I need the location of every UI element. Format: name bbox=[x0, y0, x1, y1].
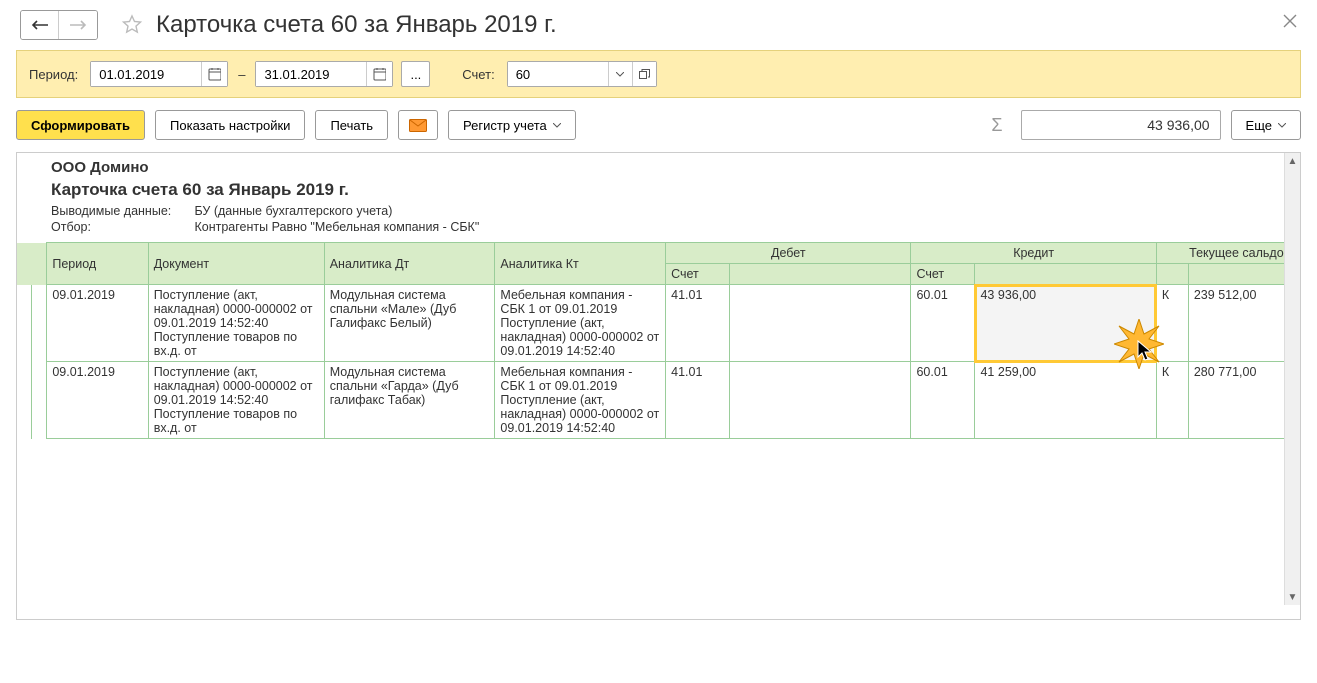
period-dash: – bbox=[236, 67, 247, 82]
filter-label: Отбор: bbox=[51, 220, 191, 234]
cell-document: Поступление (акт, накладная) 0000-000002… bbox=[148, 362, 324, 439]
col-document: Документ bbox=[148, 243, 324, 285]
nav-buttons bbox=[20, 10, 98, 40]
org-name: ООО Домино bbox=[51, 159, 1300, 176]
account-input[interactable] bbox=[508, 62, 608, 86]
col-debit: Дебет bbox=[666, 243, 911, 264]
sum-display: 43 936,00 bbox=[1021, 110, 1221, 140]
cell-analytics-kt: Мебельная компания - СБК 1 от 09.01.2019… bbox=[495, 362, 666, 439]
cell-debit-sum bbox=[730, 362, 911, 439]
cell-analytics-dt: Модульная система спальни «Мале» (Дуб Га… bbox=[324, 285, 495, 362]
star-icon bbox=[121, 14, 143, 36]
col-debit-account: Счет bbox=[666, 264, 730, 285]
favorite-star[interactable] bbox=[118, 11, 146, 39]
report-title: Карточка счета 60 за Январь 2019 г. bbox=[51, 180, 1300, 200]
account-dropdown-button[interactable] bbox=[608, 62, 632, 86]
account-label: Счет: bbox=[462, 67, 494, 82]
period-bar: Период: – ... Счет: bbox=[16, 50, 1301, 98]
cell-debit-sum bbox=[730, 285, 911, 362]
cell-balance-dc: К bbox=[1156, 362, 1188, 439]
cell-credit-acct: 60.01 bbox=[911, 362, 975, 439]
col-analytics-dt: Аналитика Дт bbox=[324, 243, 495, 285]
scroll-down-icon[interactable]: ▼ bbox=[1285, 589, 1300, 605]
cell-period: 09.01.2019 bbox=[47, 362, 148, 439]
data-label: Выводимые данные: bbox=[51, 204, 191, 218]
col-credit: Кредит bbox=[911, 243, 1156, 264]
email-icon bbox=[409, 119, 427, 132]
chevron-down-icon bbox=[1278, 123, 1286, 128]
table-row[interactable]: 09.01.2019Поступление (акт, накладная) 0… bbox=[17, 285, 1300, 362]
col-credit-account: Счет bbox=[911, 264, 975, 285]
arrow-right-icon bbox=[69, 19, 87, 31]
vertical-scrollbar[interactable]: ▲ ▼ bbox=[1284, 153, 1300, 605]
period-from-input[interactable] bbox=[91, 62, 201, 86]
data-value: БУ (данные бухгалтерского учета) bbox=[194, 204, 392, 218]
cell-debit-acct: 41.01 bbox=[666, 285, 730, 362]
sigma-icon: Σ bbox=[983, 115, 1010, 136]
email-button[interactable] bbox=[398, 110, 438, 140]
report-table: Период Документ Аналитика Дт Аналитика К… bbox=[17, 242, 1300, 439]
more-button[interactable]: Еще bbox=[1231, 110, 1301, 140]
cell-analytics-kt: Мебельная компания - СБК 1 от 09.01.2019… bbox=[495, 285, 666, 362]
period-to-wrapper bbox=[255, 61, 393, 87]
cursor-icon bbox=[1136, 339, 1156, 363]
toolbar: Сформировать Показать настройки Печать Р… bbox=[0, 98, 1317, 152]
calendar-icon bbox=[208, 67, 221, 81]
chevron-down-icon bbox=[616, 72, 624, 77]
close-button[interactable] bbox=[1283, 12, 1297, 33]
chevron-down-icon bbox=[553, 123, 561, 128]
col-analytics-kt: Аналитика Кт bbox=[495, 243, 666, 285]
period-from-wrapper bbox=[90, 61, 228, 87]
cell-credit-sum: 43 936,00 bbox=[975, 285, 1156, 362]
arrow-left-icon bbox=[31, 19, 49, 31]
registry-button[interactable]: Регистр учета bbox=[448, 110, 576, 140]
account-wrapper bbox=[507, 61, 657, 87]
registry-label: Регистр учета bbox=[463, 118, 547, 133]
close-icon bbox=[1283, 14, 1297, 28]
report-scroll[interactable]: ООО Домино Карточка счета 60 за Январь 2… bbox=[17, 153, 1300, 619]
page-title: Карточка счета 60 за Январь 2019 г. bbox=[156, 11, 557, 39]
cell-document: Поступление (акт, накладная) 0000-000002… bbox=[148, 285, 324, 362]
filter-value: Контрагенты Равно "Мебельная компания - … bbox=[194, 220, 479, 234]
calendar-icon bbox=[373, 67, 386, 81]
account-open-button[interactable] bbox=[632, 62, 656, 86]
generate-button[interactable]: Сформировать bbox=[16, 110, 145, 140]
open-icon bbox=[639, 69, 650, 80]
period-select-button[interactable]: ... bbox=[401, 61, 430, 87]
report-area: ООО Домино Карточка счета 60 за Январь 2… bbox=[16, 152, 1301, 620]
cell-period: 09.01.2019 bbox=[47, 285, 148, 362]
period-to-input[interactable] bbox=[256, 62, 366, 86]
cell-credit-acct: 60.01 bbox=[911, 285, 975, 362]
period-to-calendar-button[interactable] bbox=[366, 62, 392, 86]
period-from-calendar-button[interactable] bbox=[201, 62, 227, 86]
period-label: Период: bbox=[29, 67, 78, 82]
cell-credit-sum: 41 259,00 bbox=[975, 362, 1156, 439]
col-balance: Текущее сальдо bbox=[1156, 243, 1300, 264]
table-row[interactable]: 09.01.2019Поступление (акт, накладная) 0… bbox=[17, 362, 1300, 439]
nav-back-button[interactable] bbox=[21, 11, 59, 39]
more-label: Еще bbox=[1246, 118, 1272, 133]
cell-analytics-dt: Модульная система спальни «Гарда» (Дуб г… bbox=[324, 362, 495, 439]
cell-debit-acct: 41.01 bbox=[666, 362, 730, 439]
nav-forward-button[interactable] bbox=[59, 11, 97, 39]
print-button[interactable]: Печать bbox=[315, 110, 388, 140]
scroll-up-icon[interactable]: ▲ bbox=[1285, 153, 1300, 169]
show-settings-button[interactable]: Показать настройки bbox=[155, 110, 305, 140]
col-period: Период bbox=[47, 243, 148, 285]
